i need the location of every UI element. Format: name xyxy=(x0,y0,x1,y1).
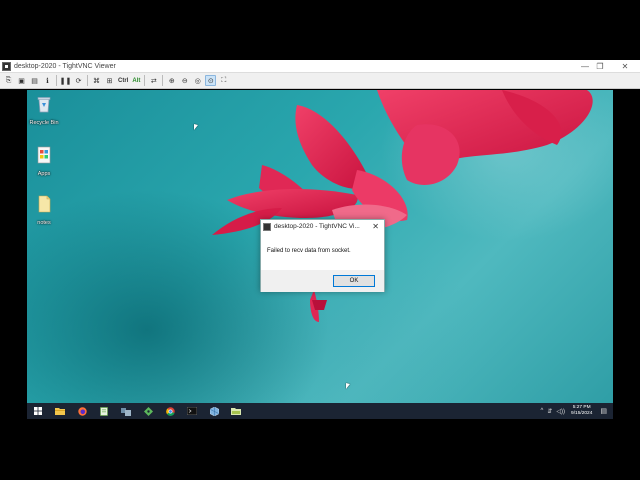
toolbar-separator xyxy=(87,75,88,86)
notification-icon[interactable]: ▤ xyxy=(600,407,607,415)
dialog-titlebar[interactable]: desktop-2020 - TightVNC Vi... ✕ xyxy=(261,220,384,233)
dialog-footer: OK xyxy=(261,270,384,292)
maximize-button[interactable]: ❐ xyxy=(590,60,610,73)
start-icon[interactable] xyxy=(27,403,49,419)
options-icon[interactable]: ▤ xyxy=(29,75,40,86)
window-title: desktop-2020 - TightVNC Viewer xyxy=(14,62,116,70)
refresh-icon[interactable]: ⟳ xyxy=(73,75,84,86)
notepad-icon[interactable] xyxy=(93,403,115,419)
terminal-icon[interactable] xyxy=(181,403,203,419)
error-dialog: desktop-2020 - TightVNC Vi... ✕ Failed t… xyxy=(260,219,385,292)
desktop-icon-notes[interactable]: notes xyxy=(27,195,61,226)
tightvnc-app-icon xyxy=(263,222,271,231)
chrome-icon[interactable] xyxy=(159,403,181,419)
window-titlebar[interactable]: desktop-2020 - TightVNC Viewer — ❐ ✕ xyxy=(0,60,640,73)
desktop-icon-label: notes xyxy=(37,220,51,226)
save-icon[interactable]: ▣ xyxy=(16,75,27,86)
dialog-message: Failed to recv data from socket. xyxy=(267,248,351,254)
mouse-cursor-icon xyxy=(194,124,198,130)
ctrl-button[interactable]: Ctrl xyxy=(117,75,129,86)
desktop-icon-apps[interactable]: Apps xyxy=(27,146,61,177)
system-tray: ^ ⇵ ◁)) 5:27 PM 9/15/2024 ▤ xyxy=(539,403,613,419)
network-icon[interactable]: ⇵ xyxy=(547,408,552,415)
dialog-close-button[interactable]: ✕ xyxy=(372,220,379,233)
virtualbox-icon[interactable] xyxy=(203,403,225,419)
desktop-icon-label: Apps xyxy=(37,171,51,177)
system-clock[interactable]: 5:27 PM 9/15/2024 xyxy=(571,405,592,417)
recycle-bin-icon xyxy=(37,97,51,113)
new-connection-icon[interactable]: ⎘ xyxy=(3,75,14,86)
zoom-out-icon[interactable]: ⊖ xyxy=(179,75,190,86)
zoom-100-icon[interactable]: ◎ xyxy=(192,75,203,86)
desktop-icon-recycle-bin[interactable]: Recycle Bin xyxy=(27,95,61,126)
editor-icon[interactable] xyxy=(225,403,247,419)
close-button[interactable]: ✕ xyxy=(615,60,635,73)
folder-icon xyxy=(38,195,51,213)
transfer-files-icon[interactable]: ⇄ xyxy=(148,75,159,86)
git-icon[interactable] xyxy=(137,403,159,419)
alt-button[interactable]: Alt xyxy=(131,75,141,86)
mouse-cursor-icon xyxy=(346,383,350,389)
pause-icon[interactable]: ❚❚ xyxy=(60,75,72,86)
dialog-title: desktop-2020 - TightVNC Vi... xyxy=(274,223,360,230)
fullscreen-icon[interactable]: ⛶ xyxy=(218,75,229,86)
file-explorer-icon[interactable] xyxy=(49,403,71,419)
info-icon[interactable]: ℹ xyxy=(42,75,53,86)
viewer-toolbar: ⎘ ▣ ▤ ℹ ❚❚ ⟳ ⌘ ⊞ Ctrl Alt ⇄ ⊕ ⊖ ◎ ⊙ ⛶ xyxy=(0,73,640,89)
speaker-icon[interactable]: ◁)) xyxy=(556,408,565,415)
tray-chevron-icon[interactable]: ^ xyxy=(541,408,544,414)
firefox-icon[interactable] xyxy=(71,403,93,419)
taskbar: ^ ⇵ ◁)) 5:27 PM 9/15/2024 ▤ xyxy=(27,403,613,419)
ok-button[interactable]: OK xyxy=(333,275,375,287)
toolbar-separator xyxy=(144,75,146,86)
desktop-icon-label: Recycle Bin xyxy=(29,120,59,126)
zoom-fit-icon[interactable]: ⊙ xyxy=(205,75,217,86)
toolbar-separator xyxy=(56,75,57,86)
zoom-in-icon[interactable]: ⊕ xyxy=(166,75,177,86)
apps-icon xyxy=(37,146,51,164)
tightvnc-app-icon xyxy=(2,61,11,71)
toolbar-separator xyxy=(162,75,164,86)
ctrl-alt-del-icon[interactable]: ⌘ xyxy=(91,75,102,86)
clock-date: 9/15/2024 xyxy=(571,411,593,416)
start-menu-icon[interactable]: ⊞ xyxy=(104,75,115,86)
network-tool-icon[interactable] xyxy=(115,403,137,419)
